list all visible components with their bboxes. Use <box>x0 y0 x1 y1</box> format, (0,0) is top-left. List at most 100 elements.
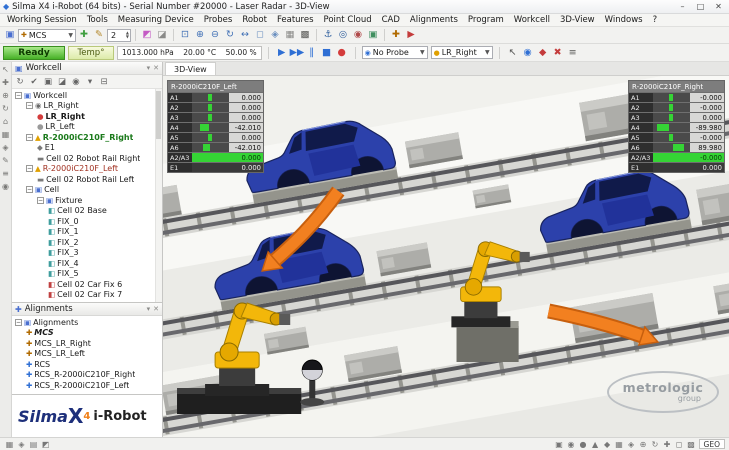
temperature-button[interactable]: Temp° <box>68 45 114 60</box>
decimals-spinner[interactable]: 2 ▲ ▼ <box>107 28 131 42</box>
tree-item-alignments[interactable]: − ▣ Alignments <box>12 317 162 328</box>
tab-3d-view[interactable]: 3D-View <box>165 62 216 75</box>
tree-item-lr-right[interactable]: − ◉ LR_Right <box>12 101 162 112</box>
menu-item-workcell[interactable]: Workcell <box>509 15 555 25</box>
tree-item-fix-1[interactable]: ◧ FIX_1 <box>12 227 162 238</box>
tree-item-r-2000ic210f-left[interactable]: − ▲ R-2000iC210F_Left <box>12 164 162 175</box>
menu-item-windows[interactable]: Windows <box>600 15 648 25</box>
axes-icon[interactable]: ✚ <box>389 28 403 42</box>
material-icon[interactable]: ◪ <box>56 77 68 87</box>
tree-item-mcs[interactable]: ✚ MCS <box>12 328 162 339</box>
rotate-view-icon[interactable]: ↻ <box>223 28 237 42</box>
workcell-icon[interactable]: ▣ <box>3 28 17 42</box>
cube-icon[interactable]: ▣ <box>554 440 565 449</box>
maximize-button[interactable]: □ <box>693 2 708 11</box>
menu-item-features[interactable]: Features <box>272 15 319 25</box>
target-icon[interactable]: ◉ <box>351 28 365 42</box>
stop-icon[interactable]: ■ <box>320 46 334 60</box>
expander-icon[interactable]: − <box>37 196 44 204</box>
zoom-icon[interactable]: ⊕ <box>638 440 649 449</box>
pin-icon[interactable]: ▾ <box>147 305 151 313</box>
diamond-icon[interactable]: ◆ <box>602 440 613 449</box>
expander-icon[interactable]: − <box>26 133 33 141</box>
shading-icon[interactable]: ◩ <box>40 440 51 449</box>
tree-item-cell-02-robot-rail-left[interactable]: ▬ Cell 02 Robot Rail Left <box>12 174 162 185</box>
filter-icon[interactable]: ▾ <box>84 77 96 87</box>
home-view-icon[interactable]: ⌂ <box>3 117 8 126</box>
tree-item-fix-4[interactable]: ◧ FIX_4 <box>12 258 162 269</box>
play-fast-icon[interactable]: ▶▶ <box>290 46 305 60</box>
expander-icon[interactable]: − <box>15 318 22 326</box>
tree-item-fix-3[interactable]: ◧ FIX_3 <box>12 248 162 259</box>
list-icon[interactable]: ≡ <box>2 169 9 178</box>
zoom-tool-icon[interactable]: ⊕ <box>2 91 9 100</box>
tree-item-rcs-r-2000ic210f-left[interactable]: ✚ RCS_R-2000iC210F_Left <box>12 380 162 391</box>
iso-view-icon[interactable]: ◈ <box>268 28 282 42</box>
tree-item-lr-right[interactable]: ● LR_Right <box>12 111 162 122</box>
point-icon[interactable]: ◉ <box>566 440 577 449</box>
zoom-fit-icon[interactable]: ⊡ <box>178 28 192 42</box>
menu-item-robot[interactable]: Robot <box>237 15 272 25</box>
mode-selector[interactable]: GEO <box>698 439 725 449</box>
options-icon[interactable]: ≡ <box>566 46 580 60</box>
zoom-in-icon[interactable]: ⊕ <box>193 28 207 42</box>
hatch-icon[interactable]: ▩ <box>686 440 697 449</box>
tree-item-fixture[interactable]: − ▣ Fixture <box>12 195 162 206</box>
anchor-icon[interactable]: ⚓ <box>321 28 335 42</box>
menu-item-cad[interactable]: CAD <box>377 15 405 25</box>
tree-item-lr-left[interactable]: ● LR_Left <box>12 122 162 133</box>
edit-icon[interactable]: ✎ <box>92 28 106 42</box>
collapse-icon[interactable]: ⊟ <box>98 77 110 87</box>
plane-icon[interactable]: ◻ <box>674 440 685 449</box>
select-icon[interactable]: ↖ <box>506 46 520 60</box>
menu-item-3d-view[interactable]: 3D-View <box>555 15 600 25</box>
tree-item-mcs-lr-left[interactable]: ✚ MCS_LR_Left <box>12 349 162 360</box>
front-view-icon[interactable]: ◻ <box>253 28 267 42</box>
axes-small-icon[interactable]: ✚ <box>662 440 673 449</box>
3d-canvas[interactable]: R-2000iC210F_Left A1 0.000 A2 0.000 A3 0.000 A4… <box>163 76 729 437</box>
mcs-combo[interactable]: ✚ MCS ▼ <box>18 28 76 42</box>
validate-icon[interactable]: ✔ <box>28 77 40 87</box>
close-icon[interactable]: ✕ <box>153 305 159 313</box>
pause-icon[interactable]: ‖ <box>305 46 319 60</box>
tree-item-rcs-r-2000ic210f-right[interactable]: ✚ RCS_R-2000iC210F_Right <box>12 370 162 381</box>
scrollbar-thumb[interactable] <box>156 91 161 139</box>
shaded-icon[interactable]: ▩ <box>298 28 312 42</box>
tree-item-r-2000ic210f-right[interactable]: − ▲ R-2000iC210F_Right <box>12 132 162 143</box>
texture-icon[interactable]: ◪ <box>155 28 169 42</box>
menu-item-program[interactable]: Program <box>463 15 509 25</box>
wireframe-icon[interactable]: ▦ <box>283 28 297 42</box>
device-combo[interactable]: ● LR_Right ▼ <box>430 46 493 59</box>
annotate-icon[interactable]: ✎ <box>2 156 9 165</box>
cell-cube-icon[interactable]: ▣ <box>366 28 380 42</box>
run-icon[interactable]: ▶ <box>404 28 418 42</box>
menu-item-[interactable]: ? <box>648 15 663 25</box>
ready-status-button[interactable]: Ready <box>3 45 65 60</box>
close-button[interactable]: ✕ <box>711 2 726 11</box>
pan-icon[interactable]: ↔ <box>238 28 252 42</box>
layers-icon[interactable]: ▤ <box>28 440 39 449</box>
tree-item-cell[interactable]: − ▣ Cell <box>12 185 162 196</box>
menu-item-working-session[interactable]: Working Session <box>2 15 82 25</box>
record-icon[interactable]: ● <box>335 46 349 60</box>
menu-item-measuring-device[interactable]: Measuring Device <box>113 15 199 25</box>
compass-icon[interactable]: ◎ <box>336 28 350 42</box>
tree-item-mcs-lr-right[interactable]: ✚ MCS_LR_Right <box>12 338 162 349</box>
refresh-view-icon[interactable]: ↻ <box>650 440 661 449</box>
tree-item-fix-2[interactable]: ◧ FIX_2 <box>12 237 162 248</box>
menu-item-tools[interactable]: Tools <box>82 15 113 25</box>
tree-item-cell-02-robot-rail-right[interactable]: ▬ Cell 02 Robot Rail Right <box>12 153 162 164</box>
tree-item-workcell[interactable]: − ▣ Workcell <box>12 90 162 101</box>
rotate-tool-icon[interactable]: ↻ <box>2 104 9 113</box>
menu-item-alignments[interactable]: Alignments <box>405 15 463 25</box>
grid-icon[interactable]: ▦ <box>2 130 10 139</box>
select-cursor-icon[interactable]: ↖ <box>2 65 9 74</box>
expander-icon[interactable]: − <box>15 91 22 99</box>
sphere-icon[interactable]: ● <box>578 440 589 449</box>
visibility-icon[interactable]: ◉ <box>70 77 82 87</box>
minimize-button[interactable]: – <box>675 2 690 11</box>
close-icon[interactable]: ✕ <box>153 64 159 72</box>
add-icon[interactable]: ✚ <box>77 28 91 42</box>
menu-item-point-cloud[interactable]: Point Cloud <box>319 15 377 25</box>
abort-icon[interactable]: ✖ <box>551 46 565 60</box>
